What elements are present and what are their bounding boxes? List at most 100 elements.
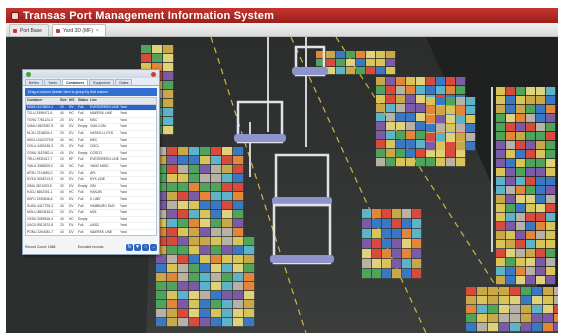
container-block <box>543 287 554 296</box>
table-row[interactable]: MSKU 4478601-2 20 DV Full EVERGREEN LINE Yard <box>26 104 156 112</box>
table-row[interactable]: HJCU 6652301-1 40 HC Full HANJIN Yard <box>26 190 156 197</box>
table-row[interactable]: OOLU 4490136-3 20 DV Full OOCL Yard <box>26 144 156 151</box>
container-block <box>554 323 558 332</box>
container-block <box>211 291 222 300</box>
table-row[interactable]: APZU 7214850-2 20 DV Full APL Yard <box>26 171 156 178</box>
filter-icon[interactable]: ▼ <box>134 243 141 251</box>
container-block <box>222 219 233 228</box>
container-block <box>376 95 386 104</box>
container-block <box>496 276 506 285</box>
table-cell: HC <box>69 111 74 116</box>
container-block <box>336 67 346 75</box>
table-row[interactable]: TCLU 3398471-6 40 HC Full MAERSK LINE Yard <box>26 111 156 118</box>
container-block <box>406 95 416 104</box>
table-row[interactable]: TRLU 9930417-7 20 RF Full EVERGREEN LINE Yard <box>26 157 156 164</box>
document-tab-bar: Port Base Yard 3D (MF) × <box>6 23 558 37</box>
table-row[interactable]: GESU 3059918-4 40 HC Empty Yard <box>26 217 156 224</box>
table-cell: Yard <box>120 117 127 122</box>
table-row[interactable]: CSNU 1187562-4 40 DV Empty COSCO Yard <box>26 151 156 158</box>
table-cell: DV <box>69 210 74 215</box>
close-icon[interactable]: × <box>96 28 99 34</box>
container-block <box>178 318 189 327</box>
container-block <box>382 269 392 279</box>
container-block <box>426 97 436 106</box>
container-block <box>402 219 412 229</box>
container-block <box>222 255 233 264</box>
container-block <box>244 282 255 291</box>
column-header[interactable] <box>119 98 156 104</box>
table-row[interactable]: MSCU 6102279-8 40 HC Full MSC Yard <box>26 138 156 145</box>
container-block <box>416 77 426 86</box>
table-row[interactable]: HLXU 2218834-1 20 DV Full HAPAG-LLOYD Yard <box>26 131 156 138</box>
column-header[interactable]: Size <box>59 98 68 104</box>
table-row[interactable]: UACU 5512670-8 20 DV Full UASC Yard <box>26 223 156 230</box>
tab-yards[interactable]: Yards <box>44 79 62 85</box>
container-block <box>446 133 456 142</box>
container-block <box>346 67 356 75</box>
container-block <box>211 282 222 291</box>
column-header[interactable]: Status <box>77 98 89 104</box>
group-by-bar[interactable]: Drag a column header here to group by th… <box>25 88 157 96</box>
container-block <box>189 192 200 201</box>
container-block <box>412 239 422 249</box>
tab-port-base[interactable]: Port Base <box>9 24 49 36</box>
table-row[interactable]: TGHU 7761124-0 20 DV Full MSC Yard <box>26 118 156 125</box>
container-block <box>178 228 189 237</box>
table-cell: CMA CGM <box>90 124 106 129</box>
table-cell: APL <box>90 170 97 175</box>
container-block <box>426 149 436 158</box>
tab-berths[interactable]: Berths <box>25 79 44 85</box>
container-block <box>211 174 222 183</box>
container-block <box>178 165 189 174</box>
tab-gates[interactable]: Gates <box>115 79 133 85</box>
container-block <box>516 276 526 285</box>
table-cell: Yard <box>120 196 127 201</box>
container-block <box>466 97 476 106</box>
column-header[interactable]: Container <box>26 98 59 104</box>
container-block <box>536 114 546 123</box>
search-icon[interactable]: ○ <box>142 243 149 251</box>
container-block <box>163 81 174 90</box>
document-icon <box>13 28 17 33</box>
table-cell: Yard <box>120 124 127 129</box>
column-header[interactable]: Line <box>89 98 119 104</box>
refresh-icon[interactable]: ↻ <box>126 243 133 251</box>
container-block <box>362 239 372 249</box>
container-block <box>466 314 477 323</box>
table-cell: Empty <box>78 183 88 188</box>
table-row[interactable]: NYKU 5048713-9 40 DV Full NYK LINE Yard <box>26 177 156 184</box>
container-block <box>546 231 556 240</box>
container-block <box>536 132 546 141</box>
table-row[interactable]: CMAU 5523087-5 40 DV Empty CMA CGM Yard <box>26 124 156 131</box>
table-row[interactable]: SUDU 4417725-3 40 DV Full HAMBURG SUD Yard <box>26 204 156 211</box>
table-row[interactable]: KKFU 1930846-6 20 DV Full K LINE Yard <box>26 197 156 204</box>
container-block <box>382 239 392 249</box>
tab-equipment[interactable]: Equipment <box>89 79 115 85</box>
tab-containers[interactable]: Containers <box>62 79 89 85</box>
table-cell: 40 <box>60 216 64 221</box>
container-block <box>526 204 536 213</box>
container-block <box>499 296 510 305</box>
tab-yard-3d[interactable]: Yard 3D (MF) × <box>51 24 106 36</box>
container-block <box>156 264 167 273</box>
table-row[interactable]: YMLU 3365209-0 40 HC Full YANG MING Yard <box>26 164 156 171</box>
container-block <box>477 305 488 314</box>
close-icon[interactable] <box>151 71 156 77</box>
table-row[interactable]: MOLU 8803162-0 20 DV Full MOL Yard <box>26 210 156 217</box>
column-header[interactable]: H/S <box>68 98 77 104</box>
container-block <box>189 156 200 165</box>
container-block <box>554 314 558 323</box>
container-block <box>416 86 426 95</box>
table-cell: MOL <box>90 210 98 215</box>
container-block <box>167 201 178 210</box>
container-block <box>496 141 506 150</box>
container-block <box>436 97 446 106</box>
export-icon[interactable]: → <box>150 243 157 251</box>
table-row[interactable]: PONU 2264081-7 40 DV Full MAERSK LINE Yard <box>26 230 156 235</box>
container-block <box>446 149 456 158</box>
container-block <box>376 51 386 59</box>
container-block <box>362 249 372 259</box>
table-row[interactable]: ZIMU 2871093-5 20 DV Empty ZIM Yard <box>26 184 156 191</box>
container-block <box>200 237 211 246</box>
container-block <box>200 201 211 210</box>
